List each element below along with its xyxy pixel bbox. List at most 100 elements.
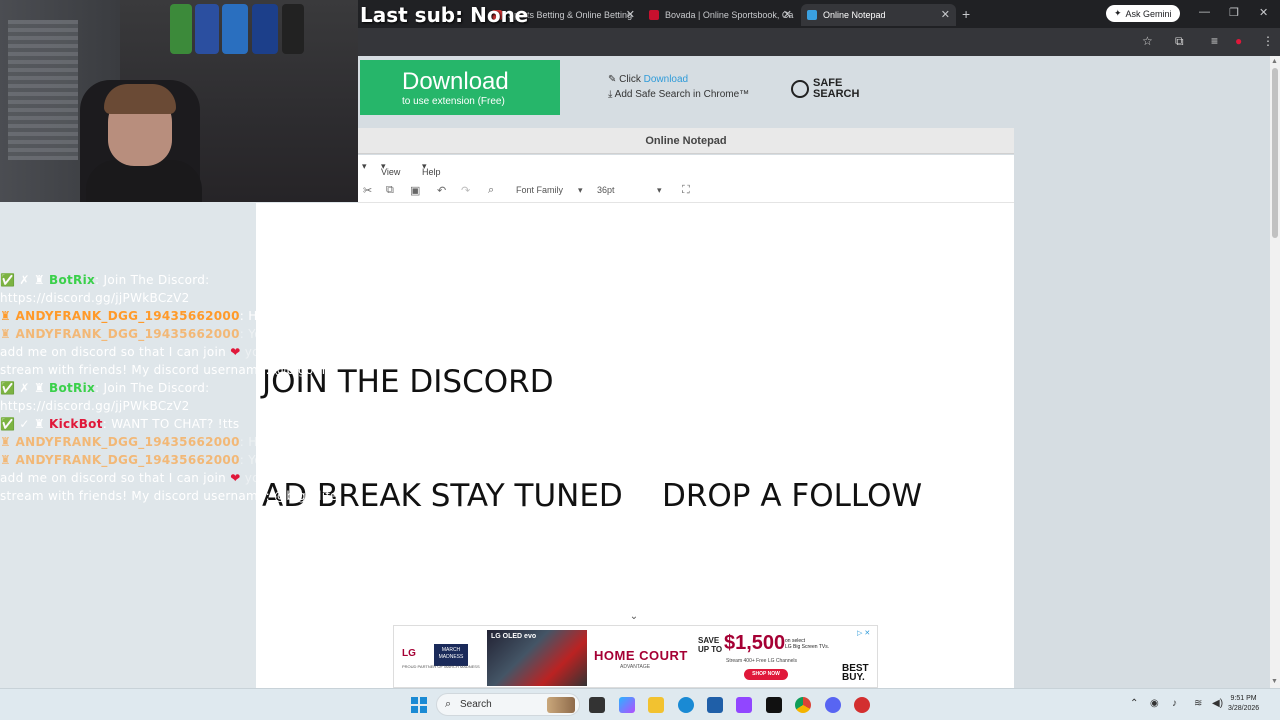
- last-sub-overlay: Last sub: None: [360, 3, 529, 27]
- chrome-icon[interactable]: [795, 697, 811, 713]
- chat-message: add me on discord so that I can join ❤ y…: [0, 345, 305, 359]
- globe-icon: [791, 80, 809, 98]
- heart-icon: ❤: [230, 471, 241, 485]
- menu-help[interactable]: Help ▾: [422, 161, 441, 177]
- download-extension-button[interactable]: Download to use extension (Free): [360, 60, 560, 115]
- download-link[interactable]: Download: [644, 74, 688, 85]
- lg-ad-banner[interactable]: LG MARCH MADNESS PROUD PARTNER OF MARCH …: [393, 625, 878, 688]
- jersey-image: [252, 4, 278, 54]
- file-explorer-icon[interactable]: [648, 697, 664, 713]
- close-tab-icon[interactable]: ✕: [941, 8, 950, 21]
- best-buy-logo: BEST BUY.: [842, 663, 869, 683]
- download-arrow-icon: ⤓: [608, 89, 613, 100]
- font-family-select[interactable]: Font Family ▾: [516, 185, 583, 196]
- streamer-body: [86, 160, 202, 202]
- shop-now-button[interactable]: SHOP NOW: [744, 669, 788, 680]
- extensions-icon[interactable]: ⧉: [1175, 34, 1184, 49]
- tab-bovada[interactable]: Bovada | Online Sportsbook, Ca ✕: [643, 4, 798, 26]
- wifi-icon[interactable]: ≋: [1194, 698, 1202, 709]
- close-tab-icon[interactable]: ✕: [626, 8, 635, 21]
- chat-message: stream with friends! My discord username…: [0, 363, 338, 377]
- chat-message: ✅ ✗ ♜ BotRix: Join The Discord:: [0, 273, 210, 287]
- chat-message: ♜ ANDYFRANK_DGG_19435662000: Hi: [0, 435, 262, 449]
- click-download-text: ✎ Click Download: [608, 74, 689, 85]
- profile-avatar-icon[interactable]: ●: [1235, 34, 1242, 48]
- microphone-icon[interactable]: ♪: [1172, 698, 1177, 709]
- chevron-down-icon: ⌄: [629, 611, 639, 622]
- scroll-up-icon[interactable]: ▲: [1271, 58, 1278, 65]
- font-size-select[interactable]: 36pt ▾: [597, 185, 662, 196]
- search-icon: ⌕: [445, 698, 452, 710]
- network-icon[interactable]: ◉: [1150, 698, 1159, 709]
- copy-icon[interactable]: ⧉: [386, 184, 394, 197]
- tab-favicon-icon: [807, 10, 817, 20]
- task-view-icon[interactable]: [589, 697, 605, 713]
- volume-icon[interactable]: ◀): [1212, 698, 1223, 709]
- heart-icon: ❤: [230, 345, 241, 359]
- close-tab-icon[interactable]: ✕: [783, 8, 792, 21]
- store-icon[interactable]: [707, 697, 723, 713]
- jersey-image: [195, 4, 219, 54]
- twitch-icon[interactable]: [736, 697, 752, 713]
- doc-line-drop-follow: DROP A FOLLOW: [662, 478, 923, 514]
- chat-message: https://discord.gg/jjPWkBCzV2: [0, 399, 190, 413]
- jersey-image: [170, 4, 192, 54]
- taskbar-search[interactable]: ⌕ Search: [436, 693, 580, 716]
- menu-caret-icon[interactable]: ▾: [362, 161, 367, 172]
- windows-taskbar: ⌕ Search ⌃ ◉ ♪ ≋ ◀) 9:51 PM 3/28/2026: [0, 688, 1280, 720]
- verified-badge-icon: ✅ ✗ ♜: [0, 381, 49, 395]
- webcam-feed: [0, 0, 358, 202]
- discord-icon[interactable]: [825, 697, 841, 713]
- window-blinds: [8, 20, 78, 160]
- app-icon[interactable]: [854, 697, 870, 713]
- tab-favicon-icon: [649, 10, 659, 20]
- pointer-icon: ✎: [608, 74, 617, 85]
- fullscreen-icon[interactable]: ⛶: [682, 184, 690, 197]
- lg-logo: LG: [402, 648, 416, 659]
- verified-badge-icon: ✅ ✗ ♜: [0, 273, 49, 287]
- notepad-toolbar: ✂ ⧉ ▣ ↶ ↷ ⌕ Font Family ▾ 36pt ▾ ⛶: [358, 177, 1014, 203]
- ask-gemini-button[interactable]: ✦ Ask Gemini: [1106, 5, 1180, 22]
- maximize-icon[interactable]: ❐: [1229, 6, 1239, 19]
- edge-icon[interactable]: [678, 697, 694, 713]
- redo-icon[interactable]: ↷: [461, 184, 470, 197]
- minimize-icon[interactable]: —: [1199, 6, 1210, 18]
- chat-message: stream with friends! My discord username…: [0, 489, 338, 503]
- undo-icon[interactable]: ↶: [437, 184, 446, 197]
- browser-menu-icon[interactable]: ⋮: [1262, 34, 1274, 48]
- add-safe-search-text: ⤓ Add Safe Search in Chrome™: [608, 89, 750, 100]
- close-window-icon[interactable]: ✕: [1259, 6, 1268, 19]
- paste-icon[interactable]: ▣: [410, 184, 420, 197]
- find-icon[interactable]: ⌕: [488, 184, 494, 197]
- system-clock[interactable]: 9:51 PM 3/28/2026: [1228, 694, 1259, 714]
- march-madness-badge: MARCH MADNESS: [434, 644, 468, 666]
- copilot-icon[interactable]: [619, 697, 635, 713]
- scrollbar-thumb[interactable]: [1272, 68, 1278, 238]
- windows-start-icon[interactable]: [411, 697, 427, 713]
- chat-message: add me on discord so that I can join ❤ y…: [0, 471, 305, 485]
- jersey-image: [282, 4, 304, 54]
- show-hidden-icons[interactable]: ⌃: [1130, 698, 1138, 709]
- cut-icon[interactable]: ✂: [363, 184, 372, 197]
- chat-message: https://discord.gg/jjPWkBCzV2: [0, 291, 190, 305]
- chat-message: ♜ ANDYFRANK_DGG_19435662000: Hi: [0, 309, 262, 323]
- chat-message: ♜ ANDYFRANK_DGG_19435662000: Yo love you…: [0, 327, 362, 341]
- page-scrollbar[interactable]: ▲ ▼: [1270, 56, 1280, 688]
- ad-image: LG OLED evo: [487, 630, 587, 686]
- search-highlight-image: [547, 697, 575, 713]
- scroll-down-icon[interactable]: ▼: [1271, 678, 1278, 685]
- reading-list-icon[interactable]: ≡: [1211, 34, 1218, 48]
- ad-collapse-button[interactable]: ⌄: [620, 609, 648, 625]
- chat-message: ♜ ANDYFRANK_DGG_19435662000: Yo love you…: [0, 453, 362, 467]
- bookmark-star-icon[interactable]: ☆: [1142, 34, 1153, 48]
- safe-search-logo: SAFE SEARCH: [791, 78, 859, 100]
- tab-online-notepad[interactable]: Online Notepad ✕: [801, 4, 956, 26]
- chat-message: ✅ ✓ ♜ KickBot: WANT TO CHAT? !tts: [0, 417, 240, 431]
- notepad-menubar: ▾ View ▾ Help ▾: [358, 155, 1014, 177]
- ad-choices-icon[interactable]: ▷ ✕: [857, 629, 870, 637]
- jersey-image: [222, 4, 248, 54]
- verified-badge-icon: ✅ ✓ ♜: [0, 417, 49, 431]
- new-tab-button[interactable]: +: [962, 6, 970, 22]
- kick-icon[interactable]: [766, 697, 782, 713]
- menu-view[interactable]: View ▾: [381, 161, 400, 177]
